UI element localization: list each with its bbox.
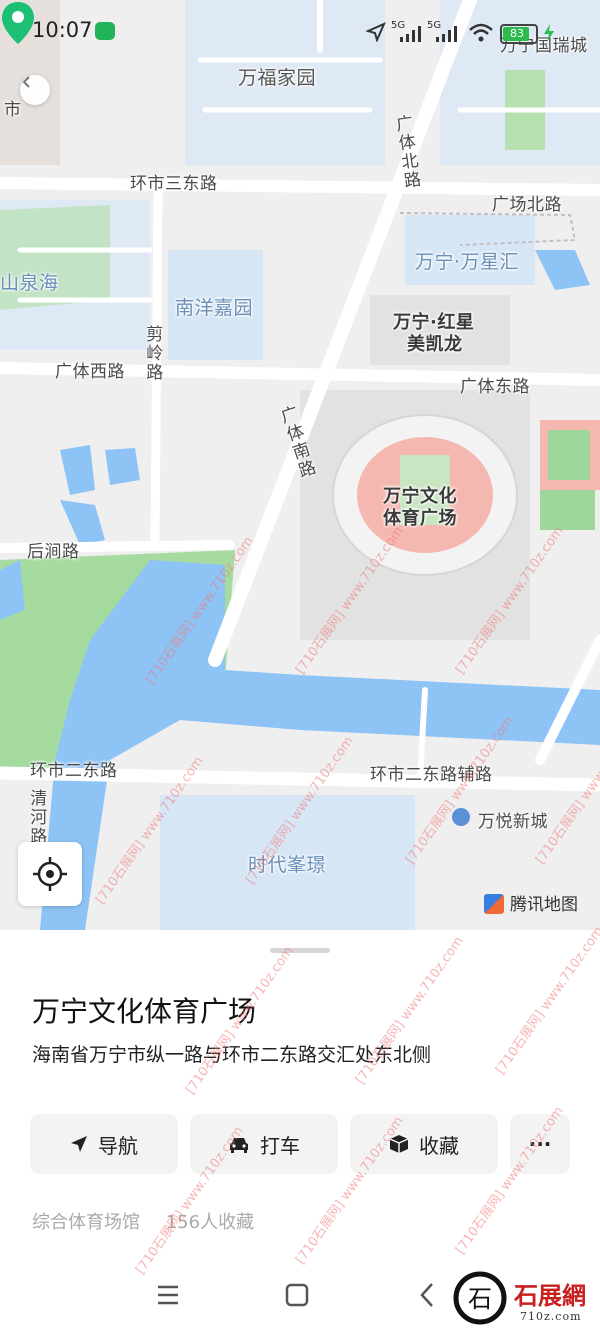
label-shidai: 时代峯璟 <box>248 854 327 876</box>
watermark-logo-char: 石 <box>468 1285 492 1313</box>
back-nav-icon[interactable] <box>418 1282 436 1308</box>
back-button[interactable] <box>20 75 50 105</box>
label-meikailong: 美凯龙 <box>407 334 463 355</box>
label-qinghe: 清河路 <box>30 789 48 847</box>
battery-icon: 83 <box>500 24 538 44</box>
place-title: 万宁文化体育广场 <box>32 995 257 1028</box>
signal-icon-1 <box>400 26 421 42</box>
label-guangchang-bei: 广场北路 <box>492 195 562 215</box>
place-category: 综合体育场馆 <box>32 1212 140 1233</box>
label-wanxinghui: 万宁·万星汇 <box>415 251 520 273</box>
chevron-left-icon <box>22 76 30 88</box>
menu-icon[interactable] <box>156 1284 180 1306</box>
status-time: 10:07 <box>32 18 93 42</box>
taxi-label: 打车 <box>260 1133 300 1158</box>
watermark-logo: 石 <box>453 1271 507 1325</box>
map-view[interactable]: 万福家园 万宁国瑞城 市 环市三东路 广体北路 广场北路 万宁·万星汇 山泉海 … <box>0 0 600 930</box>
place-address: 海南省万宁市纵一路与环市二东路交汇处东北侧 <box>32 1044 432 1066</box>
place-favorites-count: 156人收藏 <box>165 1212 255 1233</box>
label-shanquanhai: 山泉海 <box>0 272 59 294</box>
navigate-label: 导航 <box>98 1133 138 1158</box>
label-stadium-2[interactable]: 体育广场 <box>383 507 457 531</box>
label-market: 市 <box>4 100 22 120</box>
more-button[interactable]: ··· <box>510 1114 570 1174</box>
label-huanshi-erdong-fulu: 环市二东路辅路 <box>370 765 493 785</box>
label-hongxing: 万宁·红星 <box>393 312 475 333</box>
favorite-label: 收藏 <box>419 1133 459 1158</box>
label-stadium-1[interactable]: 万宁文化 <box>383 485 457 509</box>
status-bar: 10:07 5G 5G 83 <box>0 0 600 62</box>
battery-level: 83 <box>510 27 524 40</box>
taxi-button[interactable]: 打车 <box>190 1114 338 1174</box>
label-wanyue[interactable]: 万悦新城 <box>478 807 548 832</box>
label-wanfu: 万福家园 <box>238 67 317 89</box>
poi-pin-icon[interactable] <box>452 808 470 826</box>
navigate-button[interactable]: 导航 <box>30 1114 178 1174</box>
sheet-drag-handle[interactable] <box>270 948 330 953</box>
label-huanshi-erdong: 环市二东路 <box>30 761 118 781</box>
more-label: ··· <box>528 1132 552 1156</box>
system-nav-bar <box>0 1260 600 1333</box>
wifi-icon <box>469 23 493 42</box>
label-nanyang: 南洋嘉园 <box>175 297 254 319</box>
signal-icon-2 <box>436 26 457 42</box>
map-attribution: 腾讯地图 <box>484 890 578 915</box>
label-guangti-dong: 广体东路 <box>460 377 530 397</box>
favorite-button[interactable]: 收藏 <box>350 1114 498 1174</box>
label-guangti-xi: 广体西路 <box>55 362 125 382</box>
label-houjian: 后涧路 <box>27 542 80 562</box>
location-arrow-icon <box>366 22 386 42</box>
charging-icon <box>544 24 554 42</box>
navigation-arrow-icon <box>71 1136 87 1152</box>
label-jianling: 剪岭路 <box>146 325 164 383</box>
wechat-notification-icon <box>95 22 115 40</box>
tencent-map-logo-icon <box>484 894 504 914</box>
home-icon[interactable] <box>285 1283 309 1307</box>
cube-icon <box>389 1135 409 1153</box>
attribution-text: 腾讯地图 <box>510 895 578 915</box>
place-meta: 综合体育场馆 156人收藏 <box>32 1208 274 1234</box>
label-huanshi-sandong: 环市三东路 <box>130 174 218 194</box>
crosshair-icon <box>33 857 67 891</box>
watermark-domain: 710z.com <box>520 1310 582 1323</box>
locate-me-button[interactable] <box>18 842 82 906</box>
car-icon <box>230 1138 248 1153</box>
watermark-brand: 石展網 <box>514 1281 586 1310</box>
